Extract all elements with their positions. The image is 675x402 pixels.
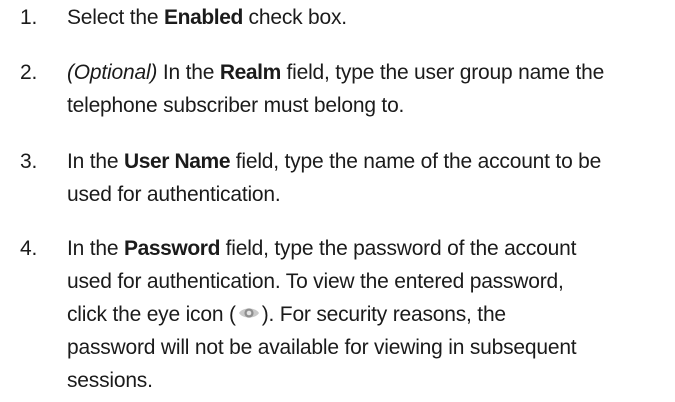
ui-label-enabled: Enabled bbox=[164, 6, 243, 29]
optional-label: (Optional) bbox=[67, 61, 158, 84]
step-text: (Optional) In the Realm field, type the … bbox=[67, 56, 667, 122]
step-text-segment: sessions. bbox=[67, 369, 153, 392]
step-text-segment: used for authentication. To view the ent… bbox=[67, 270, 564, 293]
step-text-segment: field, type the name of the account to b… bbox=[230, 150, 602, 173]
step-text-segment: In the bbox=[67, 237, 124, 260]
ui-label-password: Password bbox=[123, 237, 220, 260]
step-text: Select the Enabled check box. bbox=[67, 1, 667, 34]
step-text-segment: Select the bbox=[67, 6, 165, 29]
step-text-segment: ). For security reasons, the bbox=[261, 303, 506, 326]
step-number: 3. bbox=[20, 150, 38, 173]
eye-icon bbox=[238, 301, 260, 323]
step-number: 4. bbox=[20, 237, 38, 260]
step-number: 2. bbox=[20, 61, 38, 84]
step-text-segment: check box. bbox=[242, 6, 348, 29]
step-text-segment: telephone subscriber must belong to. bbox=[67, 94, 405, 117]
eye-icon-graphic bbox=[238, 308, 259, 318]
step-number: 1. bbox=[20, 6, 38, 29]
ui-label-user-name: User Name bbox=[123, 150, 231, 173]
step-text-segment: In the bbox=[157, 61, 220, 84]
step-text: In the Password field, type the password… bbox=[67, 232, 667, 397]
step-text-segment: click the eye icon ( bbox=[67, 303, 236, 326]
step-text-segment: used for authentication. bbox=[67, 183, 281, 206]
ui-label-realm: Realm bbox=[219, 61, 281, 84]
step-text-segment: In the bbox=[67, 150, 124, 173]
step-text-segment: password will not be available for viewi… bbox=[67, 336, 577, 359]
step-text-segment: field, type the password of the account bbox=[220, 237, 577, 260]
step-text: In the User Name field, type the name of… bbox=[67, 145, 667, 211]
step-text-segment: field, type the user group name the bbox=[280, 61, 605, 84]
